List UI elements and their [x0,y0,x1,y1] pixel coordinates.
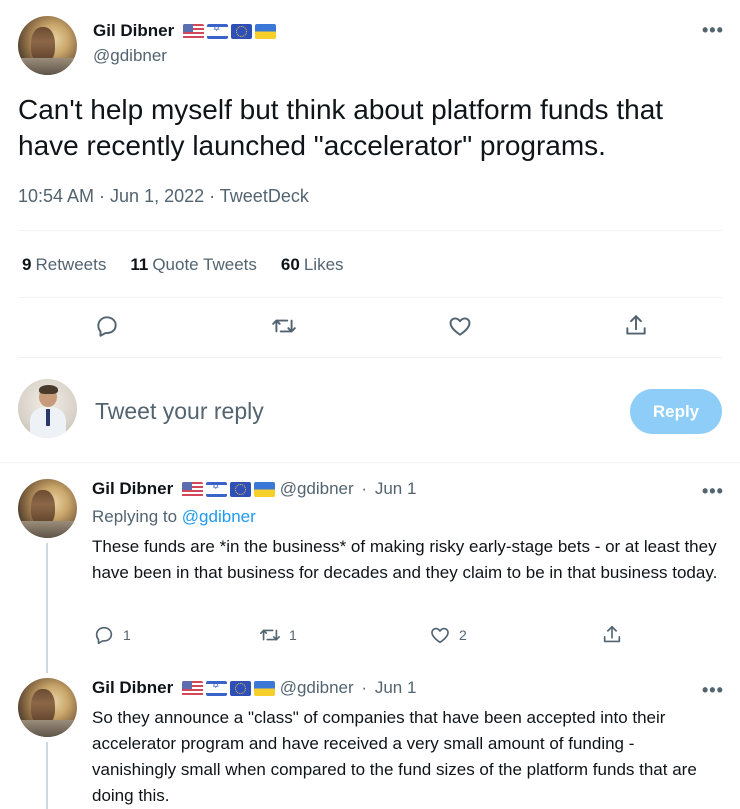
ukraine-flag-icon [253,482,275,498]
separator: · [361,678,368,697]
reply-text: These funds are *in the business* of mak… [92,537,718,582]
ukraine-flag-icon [254,24,276,40]
reply-header: Gil Dibner @gdibner · Jun 1 [92,479,416,499]
retweet-icon[interactable] [270,312,298,340]
flag-emojis [181,681,275,697]
tweet-timestamp[interactable]: 10:54 AM · Jun 1, 2022 · TweetDeck [18,186,309,207]
reply-text: So they announce a "class" of companies … [92,708,697,805]
share-button[interactable] [601,624,623,646]
more-options-icon[interactable]: ••• [702,20,724,41]
reply-author-name[interactable]: Gil Dibner [92,479,173,498]
like-count: 2 [459,627,467,643]
divider [18,297,722,298]
reply-input[interactable]: Tweet your reply [95,398,264,425]
divider [0,462,740,463]
tweet-stats: 9 Retweets 11 Quote Tweets 60 Likes [22,255,344,275]
reply-author-avatar[interactable] [18,678,77,737]
user-avatar[interactable] [18,379,77,438]
author-name[interactable]: Gil Dibner [93,21,174,40]
retweet-button[interactable]: 1 [259,624,297,646]
likes-stat[interactable]: 60 Likes [281,255,344,275]
israel-flag-icon [205,681,227,697]
reply-header: Gil Dibner @gdibner · Jun 1 [92,678,416,698]
reply-author-handle[interactable]: @gdibner [280,678,354,697]
replying-to: Replying to @gdibner [92,507,256,526]
more-options-icon[interactable]: ••• [702,481,724,502]
like-button[interactable]: 2 [429,624,467,646]
reply-icon[interactable] [93,312,121,340]
share-icon [603,625,621,643]
thread-connector [46,543,48,673]
reply-icon [95,626,113,645]
flag-emojis [181,482,275,498]
israel-flag-icon [205,482,227,498]
reply-date[interactable]: Jun 1 [375,479,417,498]
more-options-icon[interactable]: ••• [702,680,724,701]
separator: · [361,479,368,498]
like-icon[interactable] [446,312,474,340]
reply-author-avatar[interactable] [18,479,77,538]
reply-button[interactable]: Reply [630,389,722,434]
reply-button[interactable]: 1 [93,624,131,646]
replying-to-handle-link[interactable]: @gdibner [182,507,256,526]
eu-flag-icon [229,482,251,498]
author-name-row: Gil Dibner [93,21,276,41]
reply-author-name[interactable]: Gil Dibner [92,678,173,697]
quote-tweets-stat[interactable]: 11 Quote Tweets [130,255,257,275]
divider [18,357,722,358]
thread-connector [46,742,48,809]
ukraine-flag-icon [253,681,275,697]
reply-author-handle[interactable]: @gdibner [280,479,354,498]
eu-flag-icon [230,24,252,40]
israel-flag-icon [206,24,228,40]
tweet-text: Can't help myself but think about platfo… [18,94,664,161]
us-flag-icon [181,482,203,498]
flag-emojis [182,24,276,40]
reply-actions: 1 1 2 [0,624,740,646]
share-icon[interactable] [622,312,650,340]
retweet-count: 1 [289,627,297,643]
retweets-stat[interactable]: 9 Retweets [22,255,106,275]
tweet-actions [0,312,740,342]
author-handle[interactable]: @gdibner [93,46,167,66]
like-icon [431,627,449,644]
retweet-icon [260,629,280,641]
reply-count: 1 [123,627,131,643]
reply-date[interactable]: Jun 1 [375,678,417,697]
eu-flag-icon [229,681,251,697]
us-flag-icon [181,681,203,697]
divider [18,230,722,231]
us-flag-icon [182,24,204,40]
author-avatar[interactable] [18,16,77,75]
